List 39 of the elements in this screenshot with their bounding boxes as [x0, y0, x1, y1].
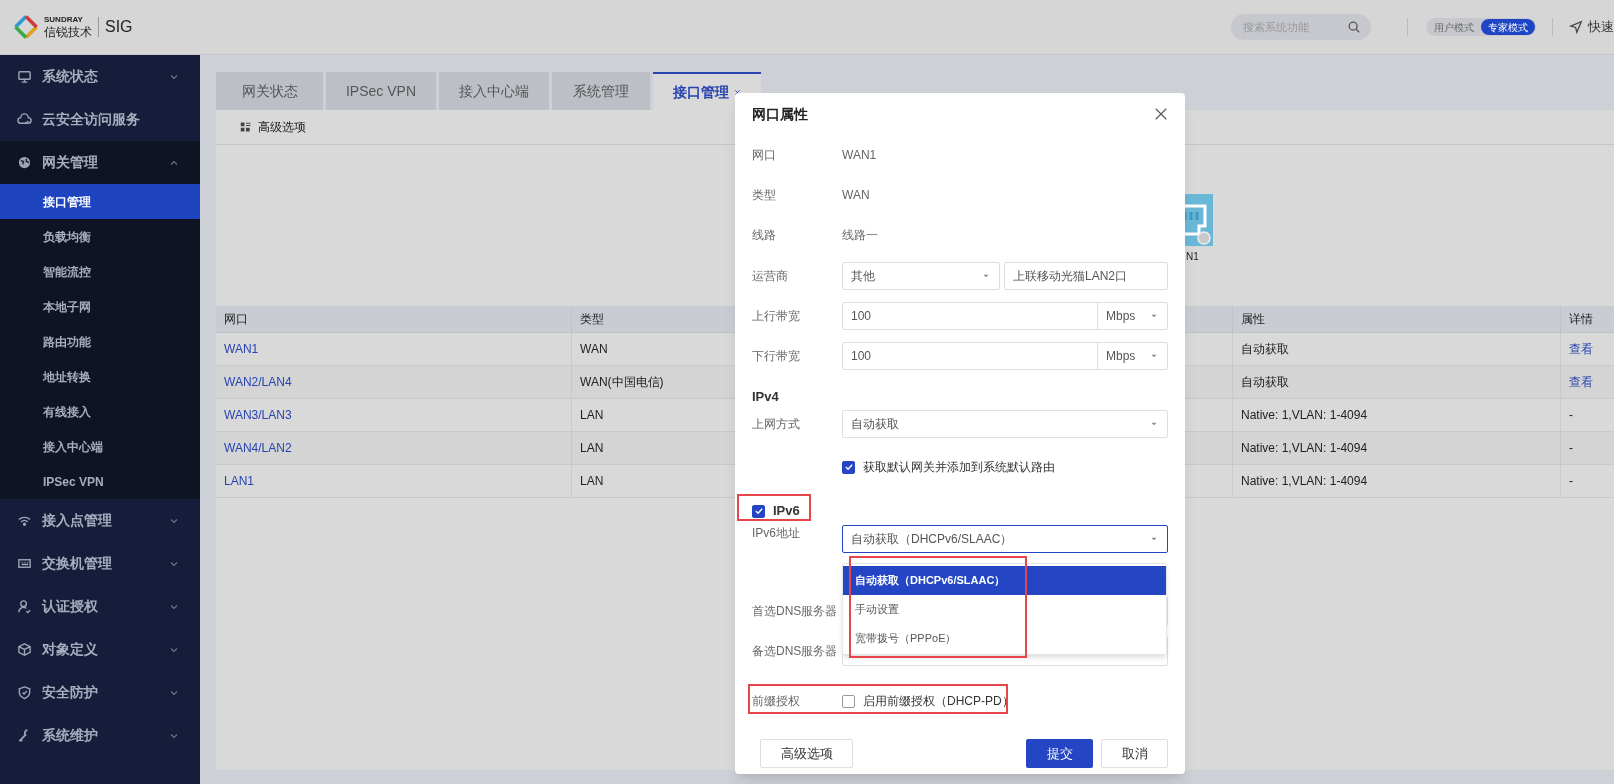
logo-text: 信锐技术 [44, 26, 92, 38]
field-label: 备选DNS服务器 [752, 643, 839, 660]
table-cell-text: WAN [580, 341, 608, 358]
field-label: 首选DNS服务器 [752, 603, 839, 620]
product-name: SIG [105, 17, 133, 37]
field-label: 上网方式 [752, 416, 801, 433]
table-cell-text: LAN [580, 407, 604, 424]
checkbox-label: 获取默认网关并添加到系统默认路由 [863, 459, 1055, 476]
column-header: 详情 [1569, 311, 1593, 328]
checkbox-label: 启用前缀授权（DHCP-PD） [863, 693, 1014, 710]
table-cell-text: LAN [580, 440, 604, 457]
table-cell-text: WAN(中国电信) [580, 374, 664, 391]
field-label: 类型 [752, 187, 777, 204]
table-cell-text: Native: 1,VLAN: 1-4094 [1241, 440, 1368, 457]
table-cell-text: 自动获取 [1241, 374, 1289, 391]
section-heading: IPv4 [752, 387, 779, 406]
column-header: 网口 [224, 311, 248, 328]
column-header: 类型 [580, 311, 604, 328]
field-label: 上行带宽 [752, 308, 801, 325]
checkbox-label: IPv6 [773, 502, 800, 521]
field-label: 下行带宽 [752, 348, 801, 365]
table-cell-text: - [1569, 407, 1573, 424]
field-label: 运营商 [752, 267, 789, 285]
table-cell-text: LAN [580, 473, 604, 490]
column-header: 属性 [1241, 311, 1265, 328]
table-cell-text: 自动获取 [1241, 341, 1289, 358]
field-value: WAN1 [842, 147, 877, 164]
field-label: 前缀授权 [752, 693, 801, 710]
field-label: 网口 [752, 147, 777, 164]
port-label: N1 [1186, 250, 1199, 264]
table-cell-text: Native: 1,VLAN: 1-4094 [1241, 473, 1368, 490]
table-cell-text: Native: 1,VLAN: 1-4094 [1241, 407, 1368, 424]
table-cell-text: - [1569, 440, 1573, 457]
table-cell-text: - [1569, 473, 1573, 490]
field-label: 线路 [752, 227, 777, 244]
field-value: WAN [842, 187, 870, 204]
logo-caption: SUNDRAY [44, 16, 84, 24]
field-value: 线路一 [842, 227, 878, 244]
field-label: IPv6地址 [752, 525, 801, 542]
